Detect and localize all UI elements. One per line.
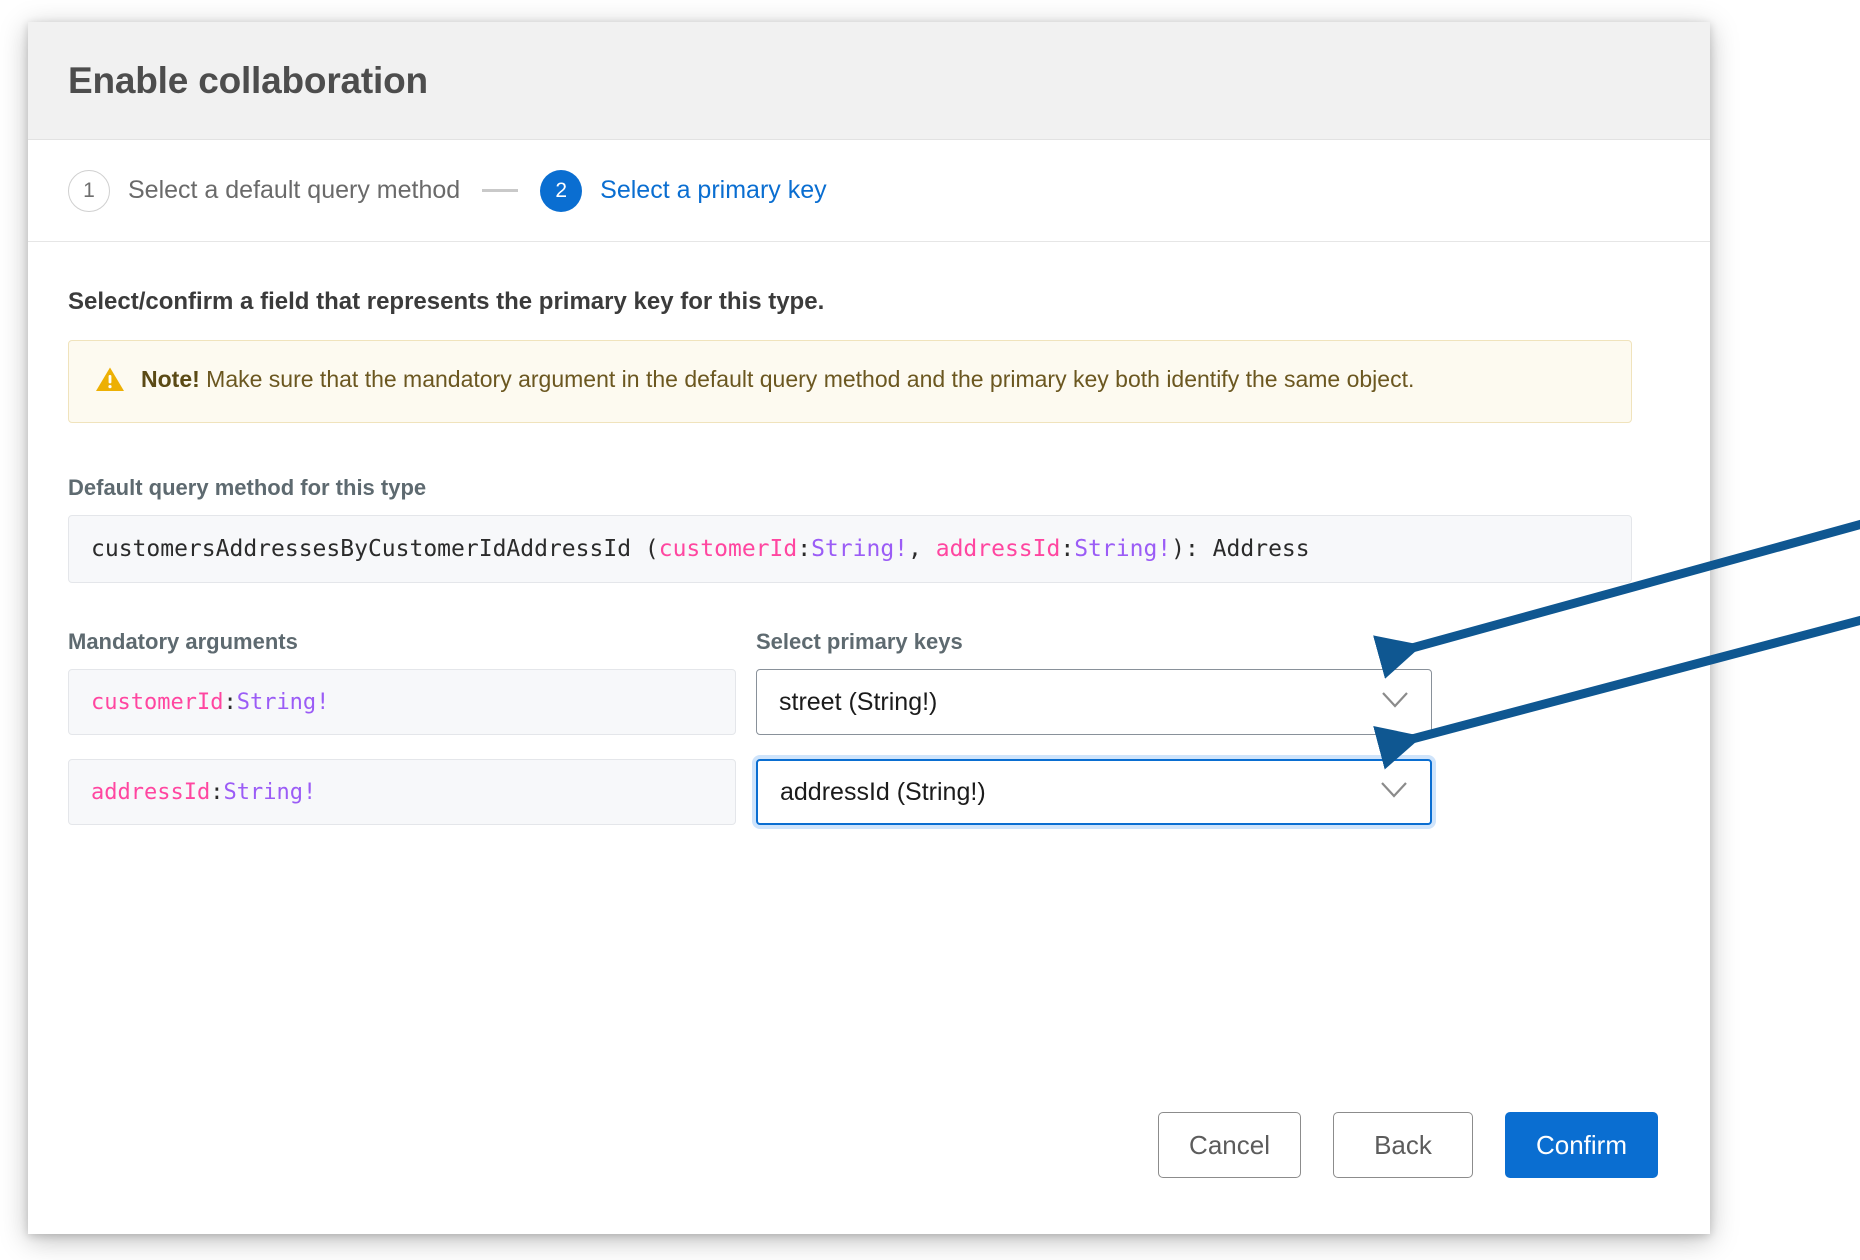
screenshot-root: Enable collaboration 1 Select a default … (0, 0, 1860, 1260)
note-text: Note! Make sure that the mandatory argum… (141, 363, 1414, 396)
code-token: , (908, 536, 936, 562)
code-token: : (210, 780, 223, 805)
code-token: : (223, 690, 236, 715)
default-query-method-value: customersAddressesByCustomerIdAddressId … (68, 515, 1632, 583)
code-token: String! (223, 780, 316, 805)
dialog-header: Enable collaboration (28, 22, 1710, 140)
cancel-button[interactable]: Cancel (1158, 1112, 1301, 1178)
dialog-body: Select/confirm a field that represents t… (28, 242, 1710, 849)
note-body: Make sure that the mandatory argument in… (200, 366, 1415, 392)
code-token: ): Address (1171, 536, 1309, 562)
warning-icon (95, 366, 125, 398)
default-query-method-label: Default query method for this type (68, 475, 1670, 501)
step-2-label: Select a primary key (600, 176, 826, 205)
code-token: addressId (91, 780, 210, 805)
note-strong: Note! (141, 366, 200, 392)
code-token: String! (237, 690, 330, 715)
query-signature-code: customersAddressesByCustomerIdAddressId … (91, 536, 1310, 562)
mandatory-arguments-label: Mandatory arguments (68, 629, 736, 655)
dialog-title: Enable collaboration (68, 60, 428, 102)
code-token: addressId (936, 536, 1061, 562)
step-1-number: 1 (68, 170, 110, 212)
primary-key-select-2-value: addressId (String!) (780, 778, 986, 807)
code-token: : (797, 536, 811, 562)
back-button[interactable]: Back (1333, 1112, 1473, 1178)
step-1[interactable]: 1 Select a default query method (68, 170, 460, 212)
step-1-label: Select a default query method (128, 176, 460, 205)
mandatory-argument-row: customerId:String! (68, 669, 736, 735)
primary-key-select-2-wrap: addressId (String!) (756, 759, 1432, 825)
step-2[interactable]: 2 Select a primary key (540, 170, 826, 212)
arguments-and-keys: Mandatory arguments customerId:String! a… (68, 629, 1670, 849)
mandatory-argument-row: addressId:String! (68, 759, 736, 825)
code-token: customerId (91, 690, 223, 715)
code-token: customerId (659, 536, 797, 562)
primary-key-select-1-wrap: street (String!) (756, 669, 1432, 735)
primary-key-select-2[interactable]: addressId (String!) (756, 759, 1432, 825)
argument-code: addressId:String! (91, 780, 316, 805)
code-token: customersAddressesByCustomerIdAddressId … (91, 536, 659, 562)
chevron-down-icon[interactable] (1380, 781, 1408, 804)
primary-key-select-1-value: street (String!) (779, 688, 937, 717)
default-query-method-section: Default query method for this type custo… (68, 475, 1670, 583)
dialog-footer: Cancel Back Confirm (28, 1112, 1710, 1178)
enable-collaboration-dialog: Enable collaboration 1 Select a default … (28, 22, 1710, 1234)
confirm-button[interactable]: Confirm (1505, 1112, 1658, 1178)
mandatory-arguments-column: Mandatory arguments customerId:String! a… (68, 629, 736, 849)
note-message-strip: Note! Make sure that the mandatory argum… (68, 340, 1632, 423)
code-token: : (1060, 536, 1074, 562)
code-token: String! (1074, 536, 1171, 562)
step-connector (482, 189, 518, 192)
step-2-number: 2 (540, 170, 582, 212)
page-title: Select/confirm a field that represents t… (68, 288, 1670, 316)
primary-keys-column: Select primary keys street (String!) add… (756, 629, 1432, 849)
primary-key-select-1[interactable]: street (String!) (756, 669, 1432, 735)
argument-code: customerId:String! (91, 690, 329, 715)
wizard-stepper: 1 Select a default query method 2 Select… (28, 140, 1710, 242)
code-token: String! (811, 536, 908, 562)
select-primary-keys-label: Select primary keys (756, 629, 1432, 655)
chevron-down-icon[interactable] (1381, 691, 1409, 714)
